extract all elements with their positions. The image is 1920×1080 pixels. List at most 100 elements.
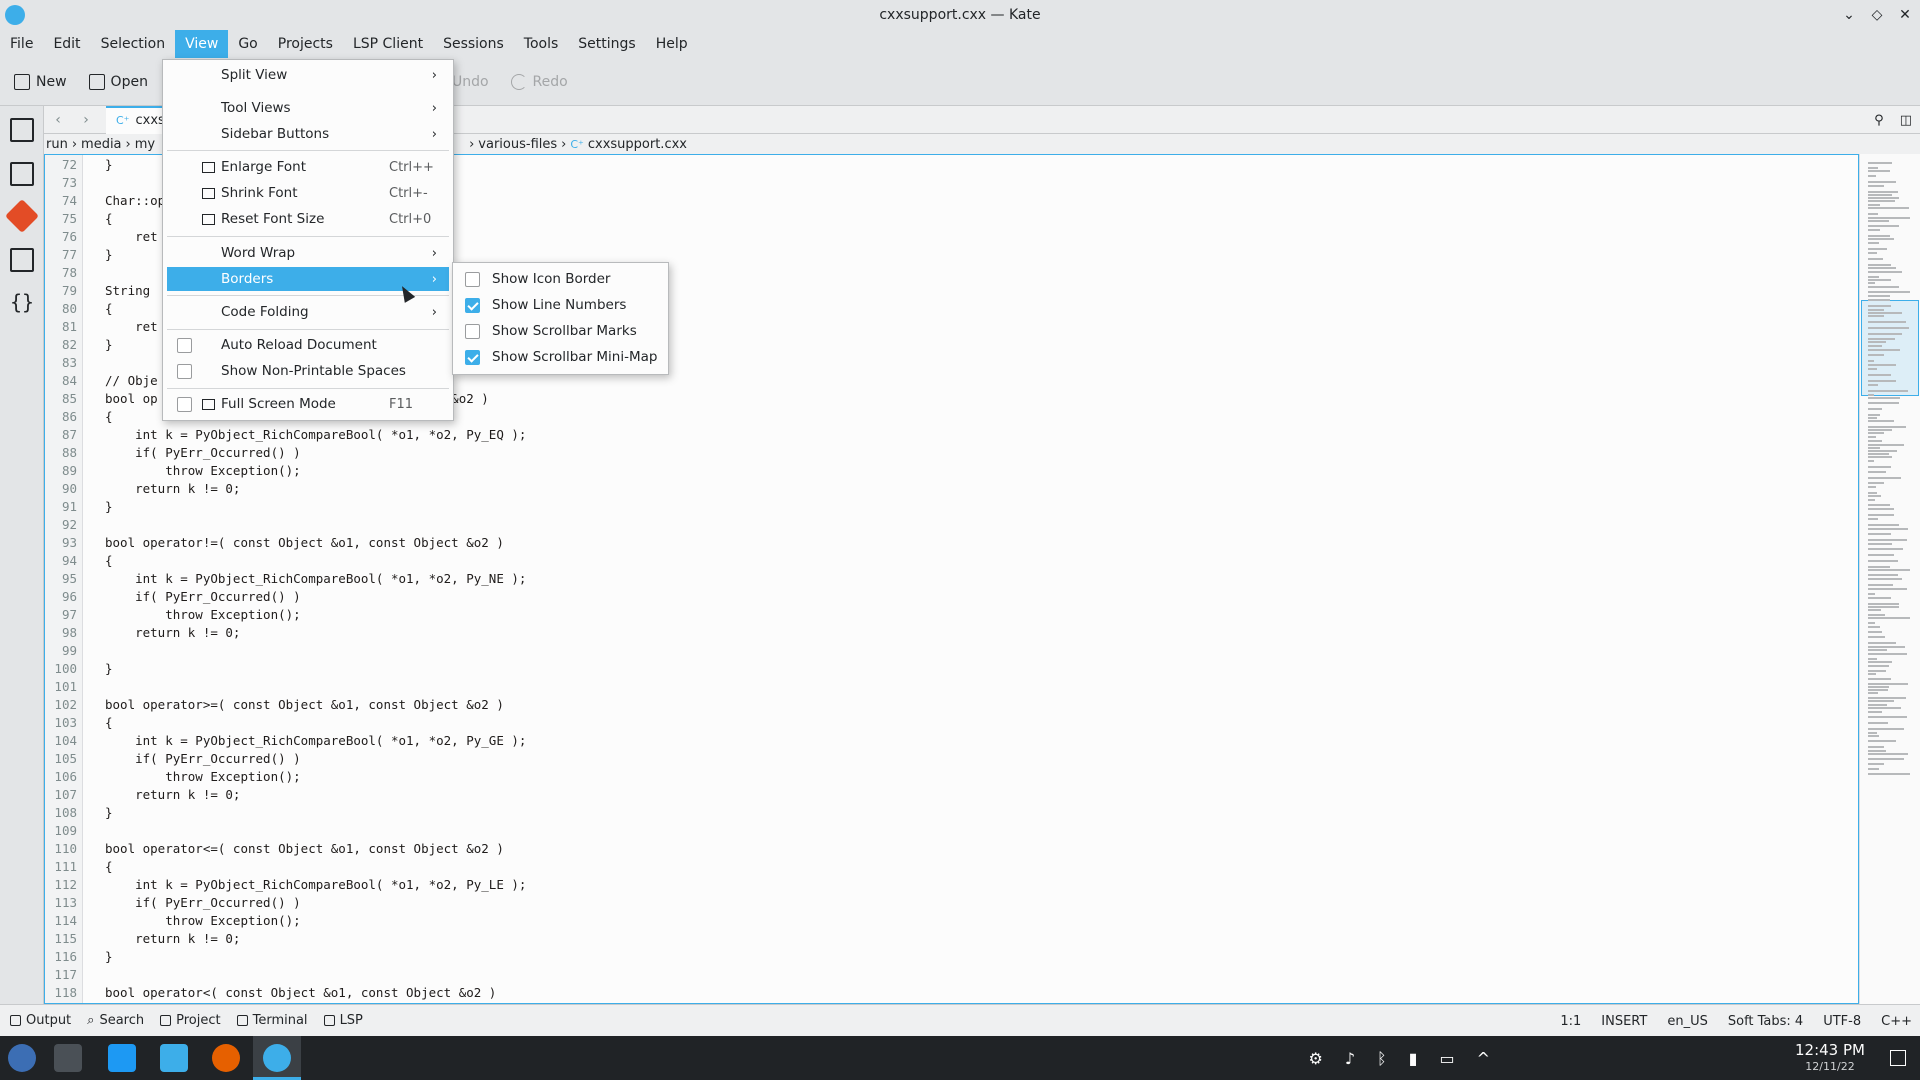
code-line[interactable]: 107 return k != 0;: [45, 786, 1845, 804]
crumb-run[interactable]: run: [46, 137, 68, 152]
scrollbar-minimap[interactable]: [1859, 154, 1920, 1004]
show-desktop-icon[interactable]: [1890, 1050, 1906, 1066]
nav-back-icon[interactable]: ‹: [44, 112, 72, 128]
line-numbers-checkbox[interactable]: [465, 297, 480, 313]
redo-button[interactable]: Redo: [510, 73, 568, 90]
crumb-cxxsupport[interactable]: cxxsupport.cxx: [588, 137, 687, 152]
syntax-mode[interactable]: C++: [1881, 1014, 1912, 1029]
dolphin-files-icon[interactable]: [160, 1044, 188, 1072]
code-line[interactable]: 115 return k != 0;: [45, 930, 1845, 948]
crumb-various-files[interactable]: various-files: [478, 137, 557, 152]
code-line[interactable]: 108}: [45, 804, 1845, 822]
code-line[interactable]: 95 int k = PyObject_RichCompareBool( *o1…: [45, 570, 1845, 588]
minimize-icon[interactable]: ⌄: [1842, 7, 1856, 23]
menu-item-enlarge-font[interactable]: Enlarge Font Ctrl++: [167, 155, 449, 179]
output-toolview-button[interactable]: Output: [10, 1013, 71, 1028]
open-button[interactable]: Open: [88, 73, 148, 90]
menu-settings[interactable]: Settings: [568, 30, 645, 58]
code-line[interactable]: 87 int k = PyObject_RichCompareBool( *o1…: [45, 426, 1845, 444]
menu-lsp-client[interactable]: LSP Client: [343, 30, 433, 58]
code-line[interactable]: 90 return k != 0;: [45, 480, 1845, 498]
battery-icon[interactable]: ▮: [1409, 1049, 1418, 1068]
menu-item-full-screen[interactable]: Full Screen Mode F11: [167, 392, 449, 416]
minimap-checkbox[interactable]: [465, 349, 480, 365]
code-line[interactable]: 91}: [45, 498, 1845, 516]
code-line[interactable]: 99: [45, 642, 1845, 660]
code-line[interactable]: 97 throw Exception();: [45, 606, 1845, 624]
input-mode[interactable]: INSERT: [1601, 1014, 1647, 1029]
menu-item-show-icon-border[interactable]: Show Icon Border: [457, 267, 664, 291]
fedora-launcher-icon[interactable]: [8, 1044, 36, 1072]
menu-item-word-wrap[interactable]: Word Wrap ›: [167, 241, 449, 265]
menu-item-tool-views[interactable]: Tool Views ›: [167, 96, 449, 120]
new-button[interactable]: New: [14, 73, 67, 90]
project-toolview-button[interactable]: Project: [160, 1013, 221, 1028]
menu-help[interactable]: Help: [646, 30, 698, 58]
task-manager-icon[interactable]: [54, 1044, 82, 1072]
menu-file[interactable]: File: [0, 30, 43, 58]
icon-border-checkbox[interactable]: [465, 271, 480, 287]
filesystem-browser-icon[interactable]: [10, 248, 34, 272]
maximize-icon[interactable]: ◇: [1870, 7, 1884, 23]
menu-projects[interactable]: Projects: [268, 30, 343, 58]
symbol-outline-icon[interactable]: [10, 162, 34, 186]
menu-sessions[interactable]: Sessions: [433, 30, 514, 58]
split-view-icon[interactable]: ◫: [1900, 113, 1912, 128]
code-line[interactable]: 118 bool operator<( const Object &o1, con…: [45, 984, 1845, 1002]
volume-icon[interactable]: ♪: [1345, 1049, 1355, 1068]
code-line[interactable]: 88 if( PyErr_Occurred() ): [45, 444, 1845, 462]
menu-go[interactable]: Go: [228, 30, 267, 58]
git-icon[interactable]: [5, 199, 39, 233]
menu-item-auto-reload[interactable]: Auto Reload Document: [167, 333, 449, 357]
search-toolview-button[interactable]: ⌕ Search: [87, 1013, 144, 1028]
code-line[interactable]: 100}: [45, 660, 1845, 678]
kde-connect-icon[interactable]: ⚙: [1308, 1049, 1322, 1068]
menu-item-show-scrollbar-minimap[interactable]: Show Scrollbar Mini-Map: [457, 345, 664, 369]
code-line[interactable]: 101: [45, 678, 1845, 696]
nav-forward-icon[interactable]: ›: [72, 112, 100, 128]
code-line[interactable]: 94 {: [45, 552, 1845, 570]
indentation[interactable]: Soft Tabs: 4: [1728, 1014, 1803, 1029]
menu-item-shrink-font[interactable]: Shrink Font Ctrl+-: [167, 181, 449, 205]
menu-item-show-scrollbar-marks[interactable]: Show Scrollbar Marks: [457, 319, 664, 343]
code-line[interactable]: 102 bool operator>=( const Object &o1, co…: [45, 696, 1845, 714]
encoding[interactable]: UTF-8: [1823, 1014, 1861, 1029]
dictionary[interactable]: en_US: [1667, 1014, 1708, 1029]
digital-clock[interactable]: 12:43 PM 12/11/22: [1790, 1041, 1870, 1075]
kate-app-icon[interactable]: [5, 5, 25, 25]
code-line[interactable]: 96 if( PyErr_Occurred() ): [45, 588, 1845, 606]
close-icon[interactable]: ✕: [1898, 7, 1912, 23]
code-line[interactable]: 105 if( PyErr_Occurred() ): [45, 750, 1845, 768]
code-line[interactable]: 112 int k = PyObject_RichCompareBool( *o…: [45, 876, 1845, 894]
discover-store-icon[interactable]: [108, 1044, 136, 1072]
code-line[interactable]: 98 return k != 0;: [45, 624, 1845, 642]
scrollbar-marks-checkbox[interactable]: [465, 323, 480, 339]
lsp-toolview-button[interactable]: LSP: [323, 1013, 363, 1028]
cursor-position[interactable]: 1:1: [1560, 1014, 1581, 1029]
code-line[interactable]: 92: [45, 516, 1845, 534]
code-line[interactable]: 110 bool operator<=( const Object &o1, co…: [45, 840, 1845, 858]
crumb-media[interactable]: media: [81, 137, 122, 152]
documents-icon[interactable]: [10, 118, 34, 142]
terminal-toolview-button[interactable]: Terminal: [236, 1013, 308, 1028]
menu-edit[interactable]: Edit: [43, 30, 90, 58]
code-line[interactable]: 117: [45, 966, 1845, 984]
menu-tools[interactable]: Tools: [514, 30, 569, 58]
menu-item-reset-font-size[interactable]: Reset Font Size Ctrl+0: [167, 207, 449, 231]
code-line[interactable]: 111 {: [45, 858, 1845, 876]
bluetooth-icon[interactable]: ᛒ: [1377, 1049, 1387, 1068]
code-line[interactable]: 114 throw Exception();: [45, 912, 1845, 930]
code-line[interactable]: 89 throw Exception();: [45, 462, 1845, 480]
menu-item-split-view[interactable]: Split View ›: [167, 63, 449, 87]
chevron-up-icon[interactable]: ^: [1477, 1049, 1490, 1068]
menu-view[interactable]: View: [175, 30, 229, 58]
non-printable-checkbox[interactable]: [177, 363, 192, 379]
pin-icon[interactable]: ⚲: [1874, 113, 1884, 128]
code-line[interactable]: 104 int k = PyObject_RichCompareBool( *o…: [45, 732, 1845, 750]
menu-item-code-folding[interactable]: Code Folding ›: [167, 300, 449, 324]
network-icon[interactable]: ▭: [1439, 1049, 1454, 1068]
code-line[interactable]: 106 throw Exception();: [45, 768, 1845, 786]
code-line[interactable]: 116}: [45, 948, 1845, 966]
code-line[interactable]: 103 {: [45, 714, 1845, 732]
menu-item-show-line-numbers[interactable]: Show Line Numbers: [457, 293, 664, 317]
